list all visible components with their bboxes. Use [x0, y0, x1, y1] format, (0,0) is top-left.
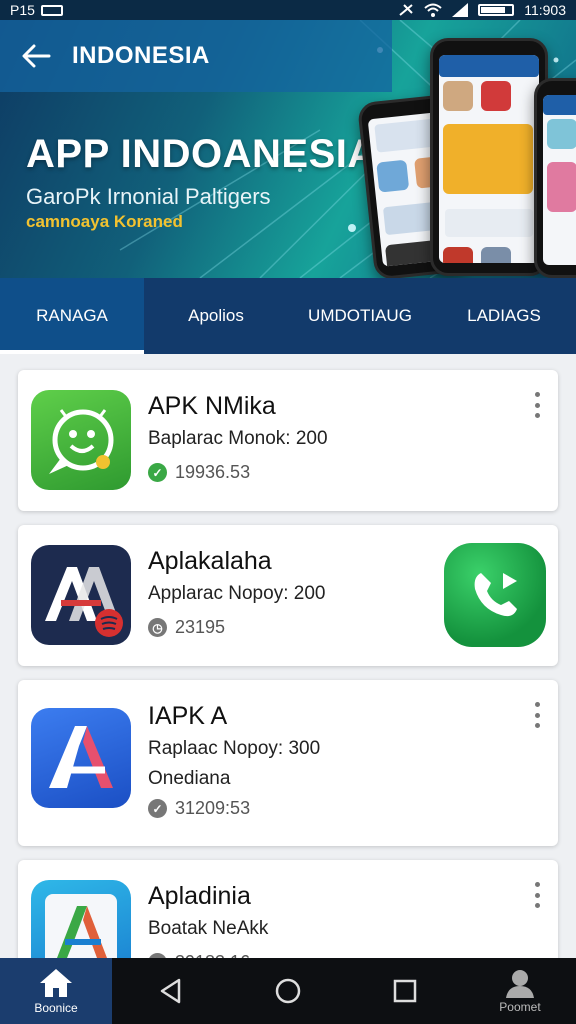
list-item[interactable]: IAPK A Raplaac Nopoy: 300 Onediana ✓ 312…: [18, 680, 558, 846]
more-options-button[interactable]: [530, 702, 544, 728]
nav-home-label: Boonice: [34, 1001, 78, 1015]
status-text: P15: [10, 2, 35, 18]
hero-tagline: camnoaya Koraned: [26, 212, 183, 231]
app-description: Boatak NeAkk: [148, 918, 269, 939]
phone-mockup-front: [430, 38, 548, 276]
app-description: Baplarac Monok: 200: [148, 428, 328, 449]
hero-subtitle: GarоPk Irnonial Paltigers: [26, 184, 271, 209]
battery-icon: [478, 4, 515, 16]
call-button[interactable]: [444, 543, 546, 647]
clock-icon: ◷: [148, 618, 167, 637]
nav-home-button[interactable]: [229, 958, 346, 1024]
hero-title: APP INDOANESIA: [26, 132, 377, 176]
wifi-icon: [424, 3, 442, 17]
tab-apolios[interactable]: Apolios: [144, 278, 288, 354]
chat-smiley-icon: [31, 390, 131, 490]
notification-icon: [40, 4, 63, 16]
app-description: Raplaac Nopoy: 300: [148, 738, 321, 759]
app-list: APK NMika Baplarac Monok: 200 ✓ 19936.53…: [18, 370, 558, 1015]
app-meta-value: 19936.53: [175, 462, 251, 482]
triangle-back-icon: [160, 978, 180, 1004]
app-description: Applarac Nopoy: 200: [148, 583, 326, 604]
status-bar: P15 11:903: [0, 0, 576, 20]
letter-a-blue-icon: [31, 708, 131, 808]
app-bar: INDONESIA: [0, 20, 392, 92]
arrow-left-icon: [22, 44, 51, 68]
tab-ladiags[interactable]: LADIAGS: [432, 278, 576, 354]
nav-recents-button[interactable]: [347, 958, 464, 1024]
check-icon: ✓: [148, 799, 167, 818]
app-meta-value: 23195: [175, 617, 226, 637]
check-icon: ✓: [148, 463, 167, 482]
nav-home[interactable]: Boonice: [0, 958, 112, 1024]
list-item[interactable]: Aplakalaha Applarac Nopoy: 200 ◷ 23195: [18, 525, 558, 666]
hero-banner: INDONESIA APP INDOANESIA GarоPk Irnonial…: [0, 20, 576, 278]
app-meta-value: 31209:53: [175, 798, 251, 818]
nav-back-button[interactable]: [112, 958, 229, 1024]
tab-ranaga[interactable]: RANAGA: [0, 278, 144, 354]
app-meta: ✓ 31209:53: [148, 798, 250, 819]
app-meta: ✓ 19936.53: [148, 462, 250, 483]
app-meta: ◷ 23195: [148, 617, 225, 638]
status-time: 11:903: [524, 2, 566, 18]
circle-home-icon: [275, 978, 301, 1004]
square-recents-icon: [394, 979, 417, 1003]
more-options-button[interactable]: [530, 882, 544, 908]
nav-profile-label: Poomet: [499, 1000, 541, 1014]
tab-umdotiaug[interactable]: UMDOTIAUG: [288, 278, 432, 354]
phone-mockup-right: [534, 78, 576, 278]
app-name: APK NMika: [148, 392, 276, 420]
signal-icon: [452, 3, 469, 17]
category-tabs: RANAGA Apolios UMDOTIAUG LADIAGS: [0, 278, 576, 354]
user-icon: [505, 970, 534, 998]
back-button[interactable]: [0, 20, 72, 92]
home-icon: [40, 969, 72, 997]
phone-icon: [474, 573, 517, 617]
app-category: Onediana: [148, 768, 231, 789]
letter-a-icon: [31, 545, 131, 645]
more-options-button[interactable]: [530, 392, 544, 418]
nav-profile[interactable]: Poomet: [464, 958, 576, 1024]
bottom-navigation: Boonice Poomet: [0, 958, 576, 1024]
app-name: Apladinia: [148, 882, 251, 910]
app-name: Aplakalaha: [148, 547, 272, 575]
page-title: INDONESIA: [72, 42, 210, 69]
list-item[interactable]: APK NMika Baplarac Monok: 200 ✓ 19936.53: [18, 370, 558, 511]
alarm-icon: [399, 4, 413, 16]
app-name: IAPK A: [148, 702, 228, 730]
